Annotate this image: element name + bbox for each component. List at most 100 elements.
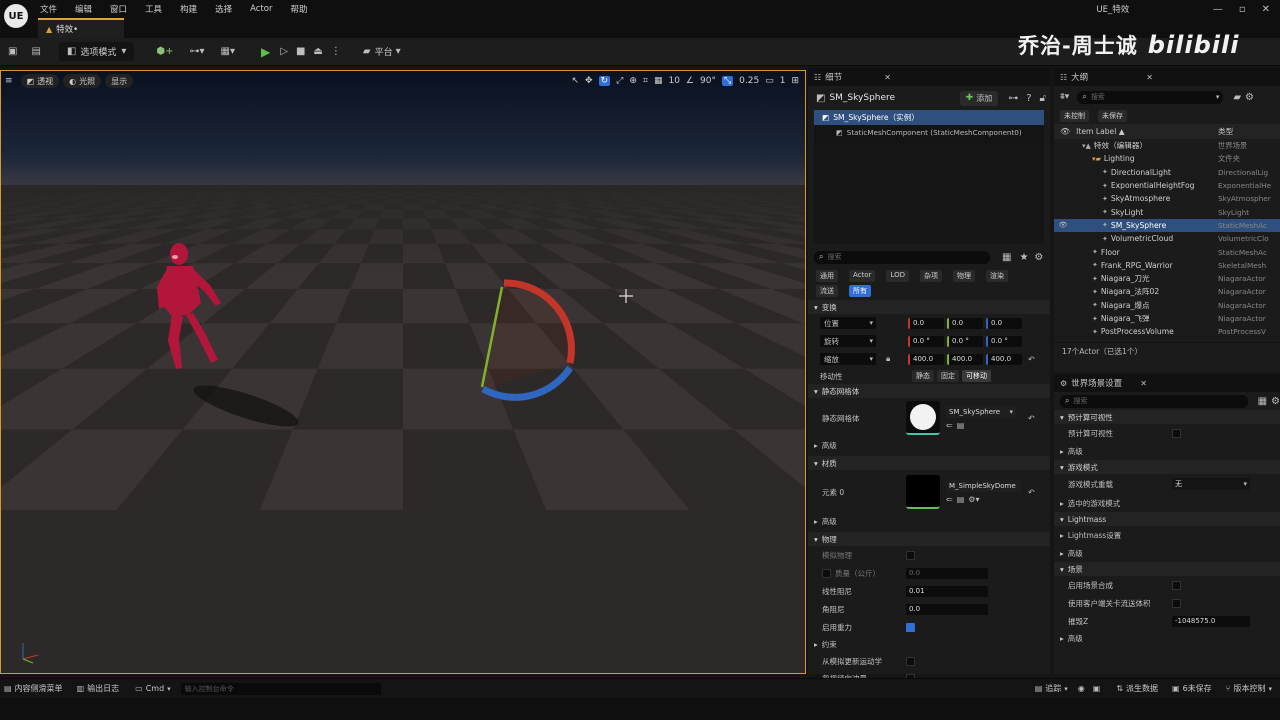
filter-tab[interactable]: 渲染 — [985, 270, 1008, 282]
outliner-row[interactable]: ✦ Frank_RPG_Warrior SkeletalMesh — [1054, 259, 1280, 272]
gravity-checkbox[interactable] — [906, 622, 915, 632]
scale-snap-value[interactable]: 0.25 — [739, 76, 759, 86]
rotation-x-field[interactable]: 0.0 ° — [908, 335, 944, 347]
eject-icon[interactable]: ⏏ — [313, 46, 322, 57]
lock-icon[interactable]: 🔓︎ — [1040, 93, 1046, 104]
platform-menu[interactable]: ▰ 平台 ▾ — [363, 45, 401, 58]
maximize-viewport-icon[interactable]: ⊞ — [791, 76, 799, 86]
save-icon[interactable]: ▣ — [8, 46, 17, 57]
killz-field[interactable]: -1048575.0 — [1172, 615, 1250, 627]
location-z-field[interactable]: 0.0 — [986, 317, 1022, 329]
scale-tool-icon[interactable]: ⤢ — [616, 76, 623, 86]
camera-speed-value[interactable]: 1 — [780, 76, 786, 86]
filter-tab[interactable]: 物理 — [952, 270, 975, 282]
world-composition-checkbox[interactable] — [1172, 580, 1181, 590]
actor-name[interactable]: SM_SkySphere — [829, 93, 895, 103]
mobility-static-button[interactable]: 静态 — [912, 370, 934, 382]
maximize-button[interactable]: ▫ — [1239, 4, 1246, 15]
game-mode-section[interactable]: ▾ 游戏模式 — [1054, 460, 1280, 474]
material-options-icon[interactable]: ⚙▾ — [968, 495, 979, 504]
world-local-icon[interactable]: ⊕ — [629, 76, 637, 86]
filter-tab[interactable]: 杂项 — [919, 270, 942, 282]
scale-x-field[interactable]: 400.0 — [908, 353, 944, 365]
output-log-button[interactable]: ▥ 输出日志 — [77, 683, 120, 694]
lightmass-section[interactable]: ▾ Lightmass — [1054, 512, 1280, 526]
play-icon[interactable]: ▶ — [261, 45, 270, 59]
outliner-row[interactable]: ✦ Niagara_刀光 NiagaraActor — [1054, 272, 1280, 285]
perspective-button[interactable]: ◩ 透视 — [20, 74, 60, 88]
step-icon[interactable]: ▷ — [280, 46, 288, 57]
menu-item[interactable]: 选择 — [215, 3, 232, 15]
advanced-row[interactable]: ▸ 高级 — [1054, 544, 1280, 562]
derived-data-button[interactable]: ⇅ 派生数据 — [1116, 683, 1158, 694]
reset-icon[interactable]: ↶ — [1028, 488, 1035, 497]
gear-icon[interactable]: ⚙ — [1034, 252, 1043, 263]
outliner-row[interactable]: 👁︎ ✦ SM_SkySphere StaticMeshAc — [1054, 218, 1280, 233]
mass-field[interactable]: 0.0 — [906, 567, 988, 579]
advanced-row[interactable]: ▸ 高级 — [808, 514, 1050, 528]
rotation-dropdown[interactable]: 旋转 ▾ — [820, 335, 876, 347]
advanced-row[interactable]: ▸ 高级 — [1054, 630, 1280, 646]
menu-item[interactable]: 文件 — [40, 3, 57, 15]
gear-icon[interactable]: ⚙ — [1245, 92, 1254, 103]
outliner-tab[interactable]: ☷ 大纲 ✕ — [1054, 68, 1280, 86]
filter-tab[interactable]: Actor — [849, 270, 876, 282]
source-control-button[interactable]: ⑂ 版本控制 ▾ — [1226, 683, 1272, 694]
browse-icon[interactable]: ▤ — [957, 495, 965, 504]
simulate-physics-checkbox[interactable] — [906, 550, 915, 560]
lightmass-settings-row[interactable]: ▸ Lightmass设置 — [1054, 526, 1280, 544]
linear-damping-field[interactable]: 0.01 — [906, 585, 988, 597]
component-tree-root[interactable]: ◩ SM_SkySphere（实例） — [814, 110, 1044, 125]
star-icon[interactable]: ★ — [1019, 252, 1028, 263]
static-mesh-section[interactable]: ▾ 静态网格体 — [808, 384, 1050, 398]
material-thumbnail[interactable] — [906, 475, 940, 509]
location-x-field[interactable]: 0.0 — [908, 317, 944, 329]
constraints-row[interactable]: ▸ 约束 — [808, 636, 1050, 652]
filter-tab[interactable]: 通用 — [816, 270, 838, 282]
viewport-scene[interactable] — [1, 71, 805, 673]
grid-snap-icon[interactable]: ▦ — [654, 76, 663, 86]
level-viewport[interactable]: ≡ ◩ 透视 ◐ 光照 显示 ↖ ✥ ↻ ⤢ ⊕ ⌗ ▦ 10 ∠ 90° ⤡ 0.… — [0, 70, 806, 674]
select-tool-icon[interactable]: ↖ — [571, 76, 579, 86]
rotation-y-field[interactable]: 0.0 ° — [947, 335, 983, 347]
menu-item[interactable]: 帮助 — [290, 3, 307, 15]
menu-item[interactable]: 构建 — [180, 3, 197, 15]
outliner-row[interactable]: ▾▲ 特效（编辑器） 世界场景 — [1054, 139, 1280, 152]
new-folder-icon[interactable]: ▰ — [1233, 92, 1241, 103]
menu-item[interactable]: 编辑 — [75, 3, 92, 15]
reset-icon[interactable]: ↶ — [1028, 355, 1035, 364]
use-selected-icon[interactable]: ⇐ — [946, 495, 953, 504]
type-column[interactable]: 类型 — [1218, 126, 1233, 137]
transform-section[interactable]: ▾ 变换 — [808, 300, 1050, 314]
component-tree-item[interactable]: ◩ StaticMeshComponent (StaticMeshComponen… — [814, 125, 1044, 140]
material-dropdown[interactable]: M_SimpleSkyDome — [946, 480, 1022, 492]
blueprint-icon[interactable]: ⊶▾ — [190, 46, 205, 57]
outliner-row[interactable]: ✦ PostProcessVolume PostProcessV — [1054, 325, 1280, 338]
mobility-movable-button[interactable]: 可移动 — [962, 370, 991, 382]
advanced-row[interactable]: ▸ 高级 — [1054, 442, 1280, 460]
use-selected-icon[interactable]: ⇐ — [946, 421, 953, 430]
close-icon[interactable]: ✕ — [884, 73, 891, 82]
materials-section[interactable]: ▾ 材质 — [808, 456, 1050, 470]
blueprint-icon[interactable]: ⊶ — [1008, 93, 1018, 104]
location-dropdown[interactable]: 位置 ▾ — [820, 317, 876, 329]
reset-icon[interactable]: ↶ — [1028, 414, 1035, 423]
stop-icon[interactable]: ■ — [296, 46, 305, 57]
precomputed-checkbox[interactable] — [1172, 428, 1181, 438]
unsaved-button[interactable]: ▣ 6未保存 — [1172, 683, 1212, 694]
selected-game-mode-row[interactable]: ▸ 选中的游戏模式 — [1054, 494, 1280, 512]
menu-item[interactable]: 工具 — [145, 3, 162, 15]
menu-item[interactable]: Actor — [250, 4, 272, 14]
outliner-row[interactable]: ✦ Niagara_法阵02 NiagaraActor — [1054, 285, 1280, 298]
outliner-row[interactable]: ✦ ExponentialHeightFog ExponentialHe — [1054, 179, 1280, 192]
outliner-row[interactable]: ▾▰ Lighting 文件夹 — [1054, 152, 1280, 165]
help-icon[interactable]: ? — [1026, 93, 1031, 104]
mode-selector[interactable]: ◧ 选项模式 ▾ — [58, 42, 135, 61]
precomputed-section[interactable]: ▾ 预计算可视性 — [1054, 410, 1280, 424]
add-component-button[interactable]: ✚ 添加 — [959, 90, 999, 106]
rotate-snap-icon[interactable]: ∠ — [686, 76, 694, 86]
kinematic-checkbox[interactable] — [906, 656, 915, 666]
rotation-z-field[interactable]: 0.0 ° — [986, 335, 1022, 347]
more-options-icon[interactable]: ⋮ — [331, 46, 341, 57]
scale-z-field[interactable]: 400.0 — [986, 353, 1022, 365]
